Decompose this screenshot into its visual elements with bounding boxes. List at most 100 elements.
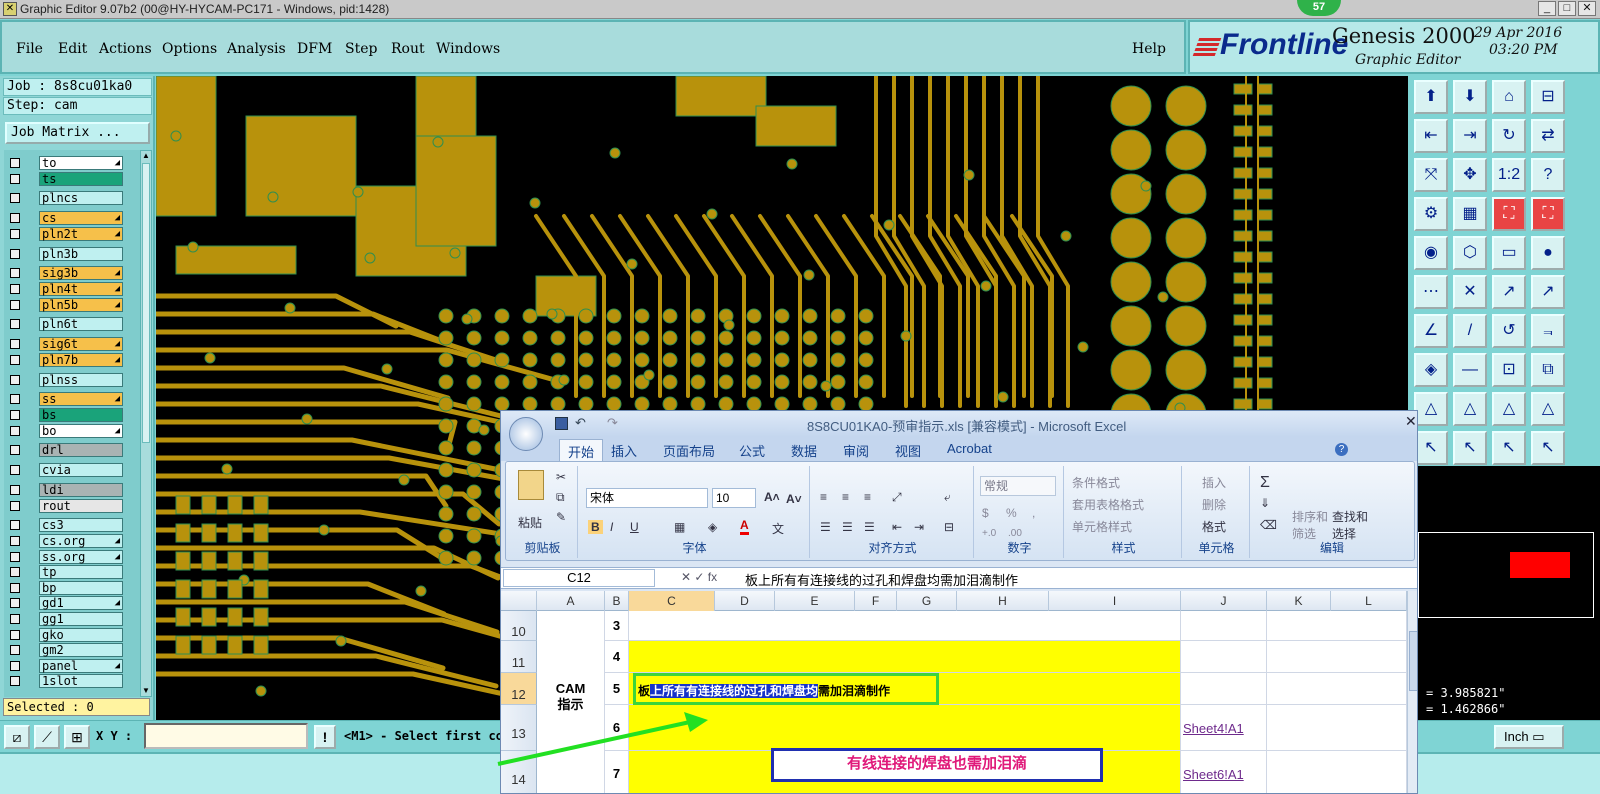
tool-button-29[interactable]: ◈ bbox=[1414, 353, 1448, 387]
column-header-C[interactable]: C bbox=[629, 591, 715, 611]
menu-rout[interactable]: Rout bbox=[391, 41, 425, 57]
layer-name[interactable]: gd1 ◢ bbox=[39, 596, 123, 611]
tool-button-25[interactable]: ∠ bbox=[1414, 314, 1448, 348]
cell-k-10[interactable] bbox=[1267, 611, 1407, 641]
layer-row-rout[interactable]: rout bbox=[4, 498, 130, 513]
layer-row-drl[interactable]: drl bbox=[4, 443, 130, 458]
layer-row-gg1[interactable]: gg1 bbox=[4, 612, 130, 626]
delete-cells-button[interactable]: 删除 bbox=[1202, 496, 1226, 513]
tool-button-34[interactable]: △ bbox=[1453, 392, 1487, 426]
row-header-13[interactable]: 13 bbox=[501, 705, 537, 751]
layer-checkbox[interactable] bbox=[10, 582, 20, 593]
tool-button-6[interactable]: ⇥ bbox=[1453, 119, 1487, 153]
layer-name[interactable]: drl bbox=[39, 443, 123, 458]
layer-checkbox[interactable] bbox=[10, 425, 20, 436]
outdent-icon[interactable]: ⇥ bbox=[914, 520, 924, 534]
layer-checkbox[interactable] bbox=[10, 465, 20, 476]
ribbon-tab-5[interactable]: 数据 bbox=[791, 441, 817, 460]
layer-row-pln4t[interactable]: pln4t ◢ bbox=[4, 282, 130, 296]
layer-checkbox[interactable] bbox=[10, 660, 20, 671]
tool-button-40[interactable]: ↖ bbox=[1531, 431, 1565, 465]
scroll-up-icon[interactable]: ▲ bbox=[141, 151, 151, 161]
layer-row-ldi[interactable]: ldi bbox=[4, 483, 130, 497]
save-icon[interactable] bbox=[555, 417, 568, 430]
measure-icon[interactable]: ⟋ bbox=[34, 725, 60, 749]
layer-checkbox[interactable] bbox=[10, 551, 20, 562]
tool-button-4[interactable]: ⊟ bbox=[1531, 80, 1565, 114]
tool-button-7[interactable]: ↻ bbox=[1492, 119, 1526, 153]
name-box[interactable]: C12 bbox=[503, 569, 655, 587]
sort-filter-button[interactable]: 排序和筛选 bbox=[1292, 508, 1328, 542]
tool-button-39[interactable]: ↖ bbox=[1492, 431, 1526, 465]
cell-j-10[interactable] bbox=[1181, 611, 1267, 641]
menu-actions[interactable]: Actions bbox=[99, 41, 152, 57]
layer-row-plncs[interactable]: plncs bbox=[4, 191, 130, 206]
tool-button-26[interactable]: / bbox=[1453, 314, 1487, 348]
scroll-down-icon[interactable]: ▼ bbox=[141, 686, 151, 696]
format-cells-button[interactable]: 格式 bbox=[1202, 518, 1226, 535]
shrink-font-icon[interactable]: A˅ bbox=[786, 492, 802, 506]
layer-name[interactable]: cs.org ◢ bbox=[39, 534, 123, 548]
menu-help[interactable]: Help bbox=[1132, 41, 1166, 57]
decrease-decimal-icon[interactable]: .00 bbox=[1008, 528, 1022, 539]
layer-name[interactable]: gg1 bbox=[39, 612, 123, 626]
tool-button-16[interactable]: ⛶ bbox=[1531, 197, 1565, 231]
notification-badge[interactable]: 57 bbox=[1297, 0, 1341, 16]
cell-k-14[interactable] bbox=[1267, 751, 1407, 793]
layer-row-1slot[interactable]: 1slot bbox=[4, 674, 130, 689]
layer-name[interactable]: pln6t bbox=[39, 317, 123, 332]
layer-name[interactable]: ldi bbox=[39, 483, 123, 497]
cell-j-11[interactable] bbox=[1181, 641, 1267, 673]
layer-row-pln2t[interactable]: pln2t ◢ bbox=[4, 226, 130, 241]
layer-row-bs[interactable]: bs bbox=[4, 408, 130, 422]
tool-button-22[interactable]: ✕ bbox=[1453, 275, 1487, 309]
cell-k-13[interactable] bbox=[1267, 705, 1407, 751]
layer-checkbox[interactable] bbox=[10, 598, 20, 609]
cell-k-12[interactable] bbox=[1267, 673, 1407, 705]
layer-name[interactable]: sig3b ◢ bbox=[39, 266, 123, 281]
layer-row-plnss[interactable]: plnss bbox=[4, 372, 130, 387]
layer-row-pln7b[interactable]: pln7b ◢ bbox=[4, 352, 130, 367]
layer-name[interactable]: gm2 bbox=[39, 643, 123, 658]
tool-button-14[interactable]: ▦ bbox=[1453, 197, 1487, 231]
clear-icon[interactable]: ⌫ bbox=[1260, 518, 1277, 532]
job-matrix-button[interactable]: Job Matrix ... bbox=[5, 122, 150, 144]
tool-button-20[interactable]: ● bbox=[1531, 236, 1565, 270]
minimize-button[interactable]: _ bbox=[1538, 1, 1556, 16]
layer-row-cs3[interactable]: cs3 bbox=[4, 518, 130, 533]
tool-button-33[interactable]: △ bbox=[1414, 392, 1448, 426]
layer-name[interactable]: plnss bbox=[39, 372, 123, 387]
merge-icon[interactable]: ⊟ bbox=[944, 520, 954, 534]
cell-b-10[interactable]: 3 bbox=[605, 611, 629, 641]
layer-name[interactable]: cvia bbox=[39, 463, 123, 478]
layer-row-panel[interactable]: panel ◢ bbox=[4, 658, 130, 673]
ribbon-tab-2[interactable]: 插入 bbox=[611, 441, 637, 460]
grid-icon[interactable]: ⊞ bbox=[64, 725, 90, 749]
column-header-H[interactable]: H bbox=[957, 591, 1049, 611]
tool-button-15[interactable]: ⛶ bbox=[1492, 197, 1526, 231]
column-header-B[interactable]: B bbox=[605, 591, 629, 611]
column-header-A[interactable]: A bbox=[537, 591, 605, 611]
layer-checkbox[interactable] bbox=[10, 445, 20, 456]
layer-name[interactable]: pln7b ◢ bbox=[39, 352, 123, 367]
layer-name[interactable]: pln3b bbox=[39, 246, 123, 261]
alert-icon[interactable]: ! bbox=[314, 725, 336, 749]
layer-checkbox[interactable] bbox=[10, 284, 20, 294]
row-header-10[interactable]: 10 bbox=[501, 611, 537, 641]
tool-button-23[interactable]: ↗ bbox=[1492, 275, 1526, 309]
layer-checkbox[interactable] bbox=[10, 248, 20, 259]
ribbon-tab-3[interactable]: 页面布局 bbox=[663, 441, 715, 460]
tool-button-1[interactable]: ⬆ bbox=[1414, 80, 1448, 114]
cell-c-10[interactable] bbox=[629, 611, 1181, 641]
cell-b-11[interactable]: 4 bbox=[605, 641, 629, 673]
layer-name[interactable]: ss ◢ bbox=[39, 392, 123, 407]
layer-row-pln3b[interactable]: pln3b bbox=[4, 246, 130, 261]
column-header-J[interactable]: J bbox=[1181, 591, 1267, 611]
wrap-text-icon[interactable]: ⤶ bbox=[944, 490, 951, 505]
layer-checkbox[interactable] bbox=[10, 676, 20, 687]
align-right-icon[interactable]: ☰ bbox=[864, 520, 875, 534]
layer-checkbox[interactable] bbox=[10, 394, 20, 405]
cell-styles-button[interactable]: 单元格样式 bbox=[1072, 518, 1132, 535]
undo-icon[interactable]: ↶ bbox=[575, 415, 586, 431]
comma-icon[interactable]: , bbox=[1032, 506, 1035, 520]
